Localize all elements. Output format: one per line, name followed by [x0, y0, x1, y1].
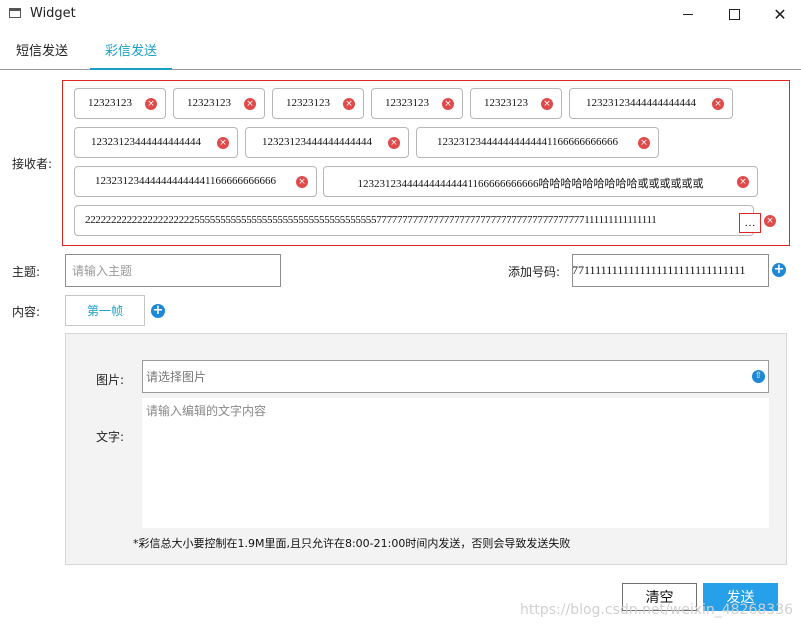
recipients-label: 接收者:: [12, 157, 53, 171]
recipient-chip-text: 123231234444444444441166666666666哈哈哈哈哈哈哈…: [357, 178, 704, 190]
recipient-chip-text: 12323123: [286, 97, 330, 109]
recipient-chip-text: 2222222222222222222225555555555555555555…: [85, 214, 657, 226]
recipient-chip-text: 123231234444444444441166666666666: [94, 175, 277, 187]
recipient-chip[interactable]: 123231234444444444441166666666666哈哈哈哈哈哈哈…: [323, 166, 758, 197]
window-title: Widget: [30, 6, 76, 21]
recipient-chip-text: 123231234444444444441166666666666: [436, 136, 619, 148]
remove-recipient-icon[interactable]: ×: [296, 176, 308, 188]
content-label: 内容:: [12, 305, 41, 319]
recipient-chip[interactable]: 12323123 ×: [371, 88, 463, 119]
close-button[interactable]: ✕: [757, 0, 801, 28]
add-number-label: 添加号码:: [508, 265, 561, 279]
add-number-value: 7711111111111111111111111111111: [572, 263, 746, 277]
recipient-chip[interactable]: 2222222222222222222225555555555555555555…: [74, 205, 761, 236]
recipient-chip-text: 12323123: [385, 97, 429, 109]
recipient-chip-text: 12323123444444444444: [91, 136, 201, 148]
remove-recipient-icon[interactable]: ×: [388, 137, 400, 149]
subject-label: 主题:: [12, 265, 41, 279]
recipient-chip[interactable]: 12323123444444444444 ×: [569, 88, 733, 119]
image-label: 图片:: [96, 373, 125, 387]
recipient-chip[interactable]: 12323123 ×: [470, 88, 562, 119]
minimize-button[interactable]: [665, 0, 711, 28]
app-window-icon: [9, 8, 21, 18]
text-content-input[interactable]: 请输入编辑的文字内容: [142, 398, 769, 528]
recipient-chip[interactable]: 12323123444444444444 ×: [74, 127, 238, 158]
watermark-text: https://blog.csdn.net/weixin_48268336: [520, 602, 794, 618]
ellipsis-indicator: …: [739, 213, 761, 233]
remove-recipient-icon[interactable]: ×: [638, 137, 650, 149]
recipient-chip[interactable]: 12323123444444444444 ×: [245, 127, 409, 158]
remove-recipient-icon[interactable]: ×: [217, 137, 229, 149]
image-input[interactable]: 请选择图片: [142, 360, 769, 393]
remove-recipient-icon[interactable]: ×: [712, 98, 724, 110]
size-notice: *彩信总大小要控制在1.9M里面,且只允许在8:00-21:00时间内发送，否则…: [133, 537, 571, 550]
upload-icon[interactable]: ⇧: [752, 370, 765, 383]
remove-recipient-icon[interactable]: ×: [442, 98, 454, 110]
title-bar: Widget ✕: [0, 0, 801, 28]
remove-recipient-icon[interactable]: ×: [737, 176, 749, 188]
frame-tab-first[interactable]: 第一帧: [65, 295, 145, 326]
add-number-input[interactable]: 7711111111111111111111111111111: [572, 254, 769, 287]
add-number-plus-icon[interactable]: +: [772, 263, 786, 277]
tab-mms[interactable]: 彩信发送: [90, 40, 172, 70]
remove-recipient-icon[interactable]: ×: [145, 98, 157, 110]
recipient-chip[interactable]: 123231234444444444441166666666666 ×: [74, 166, 317, 197]
tab-sms[interactable]: 短信发送: [8, 40, 76, 70]
recipient-chip[interactable]: 12323123 ×: [74, 88, 166, 119]
maximize-button[interactable]: [711, 0, 757, 28]
remove-recipient-icon[interactable]: ×: [343, 98, 355, 110]
recipient-chip-text: 12323123: [484, 97, 528, 109]
remove-recipient-icon[interactable]: ×: [764, 215, 776, 227]
recipient-chip[interactable]: 12323123 ×: [173, 88, 265, 119]
subject-input[interactable]: 请输入主题: [65, 254, 281, 287]
add-frame-plus-icon[interactable]: +: [151, 304, 165, 318]
remove-recipient-icon[interactable]: ×: [244, 98, 256, 110]
recipient-chip[interactable]: 123231234444444444441166666666666 ×: [416, 127, 659, 158]
remove-recipient-icon[interactable]: ×: [541, 98, 553, 110]
recipient-chip-text: 12323123444444444444: [262, 136, 372, 148]
recipient-chip-text: 12323123: [187, 97, 231, 109]
tab-bar: 短信发送 彩信发送: [0, 32, 801, 70]
recipient-chip[interactable]: 12323123 ×: [272, 88, 364, 119]
recipient-chip-text: 12323123444444444444: [586, 97, 696, 109]
text-label: 文字:: [96, 430, 125, 444]
recipient-chip-text: 12323123: [88, 97, 132, 109]
